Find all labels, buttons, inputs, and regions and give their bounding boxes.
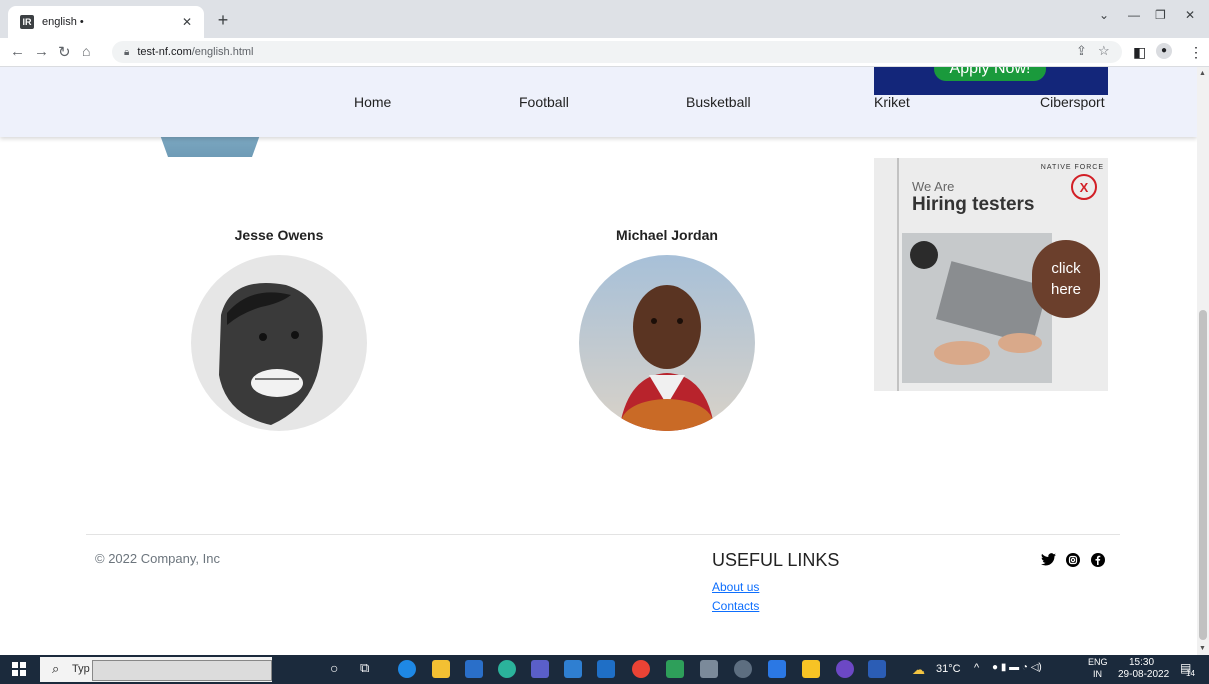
nav-cibersport[interactable]: Cibersport	[1040, 94, 1105, 110]
tab-search-icon[interactable]: ⌄	[1099, 8, 1109, 22]
zoom-icon[interactable]	[768, 660, 786, 678]
ad-close-button[interactable]: X	[1071, 174, 1097, 200]
chrome-profile-icon[interactable]	[734, 660, 752, 678]
outlook-icon[interactable]	[597, 660, 615, 678]
tray-overflow-icon[interactable]: ^	[974, 662, 979, 674]
profile-icon[interactable]: ●	[1156, 43, 1172, 59]
lock-icon: 🔒︎	[124, 46, 130, 58]
store-icon[interactable]	[465, 660, 483, 678]
side-panel-icon[interactable]: ◧	[1133, 44, 1146, 61]
person-card: Jesse Owens	[191, 227, 367, 431]
person-name: Michael Jordan	[616, 227, 718, 243]
nav-football[interactable]: Football	[519, 94, 569, 110]
browser-tabbar: lR english • ✕ + ⌄ — ❐ ✕	[0, 0, 1209, 38]
windows-taskbar: ⌕ Typ ○ ⧉ ☁ 31°C ^ ● ▮ ▬ ◔ ◁) ENG IN 15:…	[0, 655, 1209, 684]
search-preview-thumbnail	[92, 660, 272, 681]
home-icon[interactable]: ⌂	[82, 43, 90, 59]
menu-icon[interactable]: ⋮	[1189, 44, 1203, 61]
lang-secondary[interactable]: IN	[1093, 669, 1102, 679]
share-icon[interactable]: ⇪	[1076, 43, 1087, 59]
taskbar-search[interactable]: ⌕ Typ	[40, 657, 272, 682]
ad-headline: Hiring testers	[912, 194, 1035, 215]
sticky-notes-icon[interactable]	[802, 660, 820, 678]
useful-links-heading: USEFUL LINKS	[712, 550, 840, 570]
reload-icon[interactable]: ↻	[58, 43, 71, 61]
windows-start-icon[interactable]	[12, 662, 26, 676]
apply-banner-ad[interactable]: Apply Now!	[874, 67, 1108, 95]
laptop-photo	[902, 233, 1052, 383]
person-name: Jesse Owens	[234, 227, 324, 243]
tray-icons[interactable]: ● ▮ ▬ ◔ ◁)	[992, 662, 1042, 673]
edge-icon[interactable]	[398, 660, 416, 678]
clock-time[interactable]: 15:30	[1129, 657, 1154, 668]
address-bar[interactable]: 🔒︎ test-nf.com/english.html	[112, 41, 1122, 63]
scroll-up-arrow[interactable]: ▲	[1199, 70, 1206, 77]
app-icon[interactable]	[498, 660, 516, 678]
search-icon: ⌕	[52, 661, 60, 676]
page-viewport: Home Football Busketball Kriket Ciberspo…	[0, 67, 1197, 655]
scrollbar-thumb[interactable]	[1199, 310, 1207, 640]
avatar	[579, 255, 755, 431]
forward-icon[interactable]: →	[34, 43, 49, 60]
footer-divider	[86, 534, 1120, 535]
app-icon[interactable]	[666, 660, 684, 678]
apply-now-button[interactable]: Apply Now!	[934, 67, 1046, 81]
person-card: Michael Jordan	[579, 227, 755, 431]
notification-count: 14	[1186, 669, 1195, 678]
mail-icon[interactable]	[564, 660, 582, 678]
nav-kriket[interactable]: Kriket	[874, 94, 910, 110]
url-text: test-nf.com/english.html	[137, 46, 254, 58]
browser-toolbar: ← → ↻ ⌂ 🔒︎ test-nf.com/english.html ⇪ ☆ …	[0, 38, 1209, 67]
avatar	[191, 255, 367, 431]
ad-brand: NATIVE FORCE	[1040, 164, 1104, 171]
close-window-button[interactable]: ✕	[1185, 8, 1195, 22]
ad-headline-small: We Are	[912, 179, 955, 194]
restore-button[interactable]: ❐	[1155, 8, 1166, 22]
nav-home[interactable]: Home	[354, 94, 391, 110]
cortana-icon[interactable]: ○	[330, 660, 338, 676]
scroll-down-arrow[interactable]: ▼	[1199, 645, 1206, 652]
site-navbar: Home Football Busketball Kriket Ciberspo…	[0, 67, 1197, 137]
twitter-icon[interactable]	[1041, 553, 1056, 569]
instagram-icon[interactable]	[1066, 553, 1080, 570]
close-tab-icon[interactable]: ✕	[182, 15, 192, 29]
app-icon[interactable]	[836, 660, 854, 678]
task-view-icon[interactable]: ⧉	[360, 660, 369, 676]
weather-icon[interactable]: ☁	[912, 662, 925, 678]
back-icon[interactable]: ←	[10, 43, 25, 60]
chrome-icon[interactable]	[632, 660, 650, 678]
nav-busketball[interactable]: Busketball	[686, 94, 751, 110]
new-tab-button[interactable]: +	[210, 8, 236, 32]
file-explorer-icon[interactable]	[432, 660, 450, 678]
hiring-testers-ad[interactable]: NATIVE FORCE X We Are Hiring testers cli…	[874, 158, 1108, 391]
clock-date[interactable]: 29-08-2022	[1118, 669, 1169, 680]
favicon-icon: lR	[20, 15, 34, 29]
about-us-link[interactable]: About us	[712, 580, 759, 594]
teams-icon[interactable]	[531, 660, 549, 678]
tab-title: english •	[42, 16, 84, 28]
copyright-text: © 2022 Company, Inc	[95, 551, 220, 566]
bookmark-star-icon[interactable]: ☆	[1098, 43, 1110, 59]
search-text: Typ	[72, 663, 90, 675]
minimize-button[interactable]: —	[1128, 8, 1140, 22]
contacts-link[interactable]: Contacts	[712, 599, 759, 613]
app-icon[interactable]	[700, 660, 718, 678]
ad-click-here-button[interactable]: click here	[1032, 240, 1100, 318]
weather-temp: 31°C	[936, 663, 961, 675]
word-icon[interactable]	[868, 660, 886, 678]
lang-primary[interactable]: ENG	[1088, 657, 1108, 667]
page-scrollbar[interactable]: ▲ ▼	[1197, 67, 1209, 655]
browser-tab[interactable]: lR english • ✕	[8, 6, 204, 38]
facebook-icon[interactable]	[1091, 553, 1105, 570]
